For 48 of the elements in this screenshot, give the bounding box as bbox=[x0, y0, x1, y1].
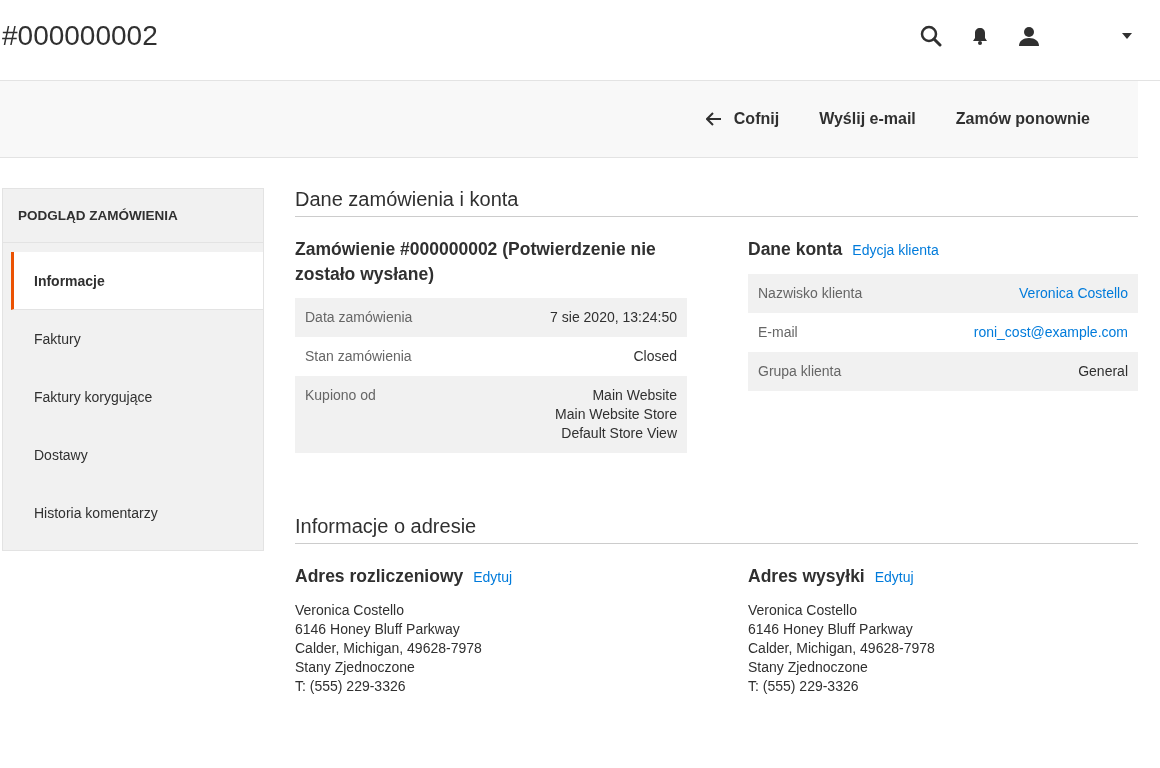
sidebar-tab[interactable]: Faktury korygujące bbox=[11, 368, 263, 426]
row-value: General bbox=[1078, 361, 1128, 381]
address-line: Calder, Michigan, 49628-7978 bbox=[295, 638, 483, 658]
address-line: T: (555) 229-3326 bbox=[295, 676, 407, 696]
address-line: 6146 Honey Bluff Parkway bbox=[295, 619, 461, 639]
row-value: 7 sie 2020, 13:24:50 bbox=[550, 308, 677, 327]
edit-customer-link[interactable]: Edycja klienta bbox=[852, 242, 939, 258]
caret-icon[interactable] bbox=[1122, 33, 1132, 39]
row-value: Closed bbox=[633, 347, 677, 366]
address-line: T: (555) 229-3326 bbox=[748, 676, 860, 696]
address-line: Stany Zjednoczone bbox=[748, 657, 869, 677]
action-button[interactable]: Wyślij e-mail bbox=[803, 102, 932, 136]
row-label: Grupa klienta bbox=[758, 361, 842, 381]
row-value: Main Website Store bbox=[555, 405, 677, 424]
block-title: Zamówienie #000000002 (Potwierdzenie nie zostało wysłane) bbox=[295, 238, 657, 286]
page-title: #000000002 bbox=[2, 20, 159, 52]
address-line: Stany Zjednoczone bbox=[295, 657, 416, 677]
row-label: Nazwisko klienta bbox=[758, 283, 863, 303]
row-label: E-mail bbox=[758, 322, 798, 342]
sidebar-tab[interactable]: Faktury bbox=[11, 310, 263, 368]
action-button[interactable]: Zamów ponownie bbox=[939, 102, 1106, 136]
section-title: Dane zamówienia i konta bbox=[295, 188, 1138, 217]
bell-icon[interactable] bbox=[972, 27, 988, 45]
row-label: Kupiono od bbox=[305, 386, 376, 405]
edit-link[interactable]: Edytuj bbox=[874, 569, 914, 585]
user-icon[interactable] bbox=[1018, 26, 1040, 46]
row-link[interactable]: Veronica Costello bbox=[1019, 283, 1128, 303]
row-label: Stan zamówienia bbox=[305, 347, 412, 366]
search-icon[interactable] bbox=[920, 25, 942, 47]
block-title: Adres rozliczeniowy bbox=[295, 565, 464, 588]
address-line: Calder, Michigan, 49628-7978 bbox=[748, 638, 936, 658]
row-link[interactable]: roni_cost@example.com bbox=[973, 322, 1128, 342]
sidebar-tab[interactable]: Informacje bbox=[11, 252, 263, 310]
edit-link[interactable]: Edytuj bbox=[473, 569, 513, 585]
back-button[interactable]: Cofnij bbox=[689, 102, 796, 136]
arrow-left-icon bbox=[705, 112, 722, 126]
sidebar-tab[interactable]: Dostawy bbox=[11, 426, 263, 484]
section-title: Informacje o adresie bbox=[295, 515, 1138, 544]
block-title: Adres wysyłki bbox=[748, 565, 865, 588]
row-value: Default Store View bbox=[561, 424, 677, 443]
address-line: Veronica Costello bbox=[295, 600, 405, 620]
address-line: Veronica Costello bbox=[748, 600, 858, 620]
sidebar-tab[interactable]: Historia komentarzy bbox=[11, 484, 263, 542]
block-title: Dane konta bbox=[748, 238, 843, 261]
row-value: Main Website bbox=[592, 386, 677, 405]
address-line: 6146 Honey Bluff Parkway bbox=[748, 619, 914, 639]
row-label: Data zamówienia bbox=[305, 308, 413, 327]
sidebar-title: PODGLĄD ZAMÓWIENIA bbox=[3, 189, 263, 243]
